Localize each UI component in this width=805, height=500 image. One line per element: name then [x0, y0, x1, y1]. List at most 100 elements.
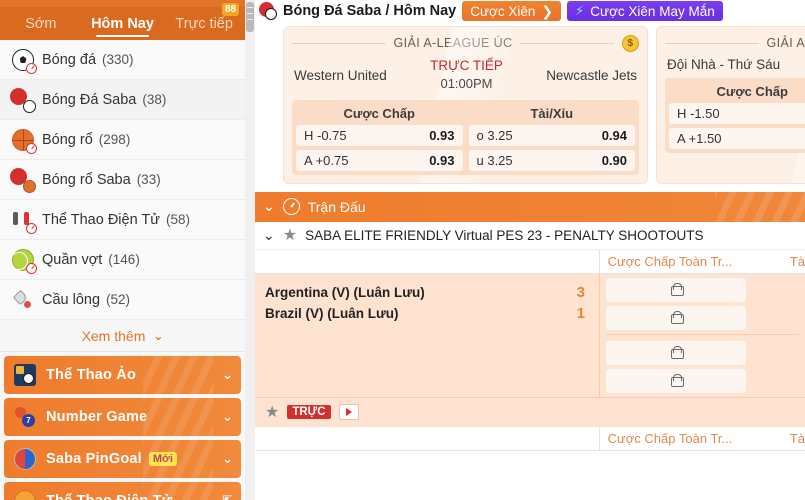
- featured-card[interactable]: GIẢI A-LEAGUE ÚC $ Western United TRỰC T…: [283, 26, 648, 184]
- home-team-name: Đội Nhà - Thứ Sáu: [667, 57, 781, 72]
- chevron-down-icon: ⌄: [222, 451, 233, 466]
- league-name: GIẢI A-LEAGUE ÚC: [766, 36, 805, 50]
- sidebar-item-the-thao-dien-tu[interactable]: Thể Thao Điện Tử (58): [0, 200, 245, 240]
- locked-odds-grid: [606, 277, 805, 393]
- locked-odds-cell[interactable]: [606, 277, 746, 302]
- league-header-row[interactable]: ⌄ ★ SABA ELITE FRIENDLY Virtual PES 23 -…: [255, 221, 805, 250]
- sidebar-item-bong-ro[interactable]: Bóng rổ (298): [0, 120, 245, 160]
- odds-label: o 3.25: [476, 127, 513, 143]
- sidebar-promo-saba-pingoal[interactable]: Saba PinGoal Mới ⌄: [4, 440, 241, 478]
- odds-label: H -0.75: [304, 127, 347, 143]
- sport-count: (298): [98, 132, 131, 147]
- card-league-header: GIẢI A-LEAGUE ÚC $: [665, 33, 805, 53]
- card-league-header: GIẢI A-LEAGUE ÚC $: [292, 33, 639, 53]
- soccer-ball-icon: [10, 47, 37, 74]
- odds-row[interactable]: H -0.75 0.93: [296, 124, 463, 146]
- chevron-down-icon: ⌄: [263, 226, 275, 243]
- column-header-overunder: Tài Xỉu: [789, 430, 805, 446]
- sport-name: Thể Thao Điện Tử: [42, 211, 160, 228]
- match-team: Argentina (V) (Luân Lưu) 3: [265, 282, 589, 303]
- odds-row[interactable]: u 3.25 0.90: [468, 149, 635, 171]
- play-icon[interactable]: [338, 404, 359, 421]
- locked-odds-row: [606, 277, 805, 302]
- matches-section-label: Trận Đấu: [307, 198, 366, 215]
- odds-value: 0.93: [429, 127, 455, 143]
- locked-odds-cell[interactable]: [606, 340, 746, 365]
- odds-column-headers-next: Cược Chấp Toàn Tr... Tài Xỉu: [255, 426, 805, 451]
- home-team-name: Western United: [294, 67, 387, 83]
- matches-section-header[interactable]: ⌄ Trận Đấu: [255, 191, 805, 222]
- locked-odds-cell[interactable]: [606, 368, 746, 393]
- live-count-badge: 88: [221, 3, 240, 16]
- odds-value: 0.94: [601, 127, 627, 143]
- show-more-button[interactable]: Xem thêm ⌄: [0, 320, 245, 352]
- locked-odds-row: [606, 340, 805, 365]
- odds-label: A +1.50: [677, 131, 722, 146]
- promo-label: Thể Thao Ảo: [46, 367, 137, 383]
- team-name: Brazil (V) (Luân Lưu): [265, 305, 399, 321]
- odds-label: A +0.75: [304, 152, 349, 168]
- odds-value: 0.93: [429, 152, 455, 168]
- esports-promo-icon: [12, 488, 38, 500]
- lucky-parlay-button[interactable]: ⚡ Cược Xiên May Mắn: [567, 1, 723, 21]
- sport-count: (33): [136, 172, 161, 187]
- column-header-handicap: Cược Chấp Toàn Tr...: [607, 430, 733, 446]
- odds-row[interactable]: H -1.50 1.: [669, 103, 805, 124]
- featured-card[interactable]: GIẢI A-LEAGUE ÚC $ Đội Nhà - Thứ Sáu Cượ…: [656, 26, 805, 184]
- live-tag[interactable]: TRỰC: [287, 405, 331, 420]
- lock-icon: [670, 374, 684, 388]
- sidebar-promo-the-thao-ao[interactable]: Thể Thao Ảo ⌄: [4, 356, 241, 394]
- odds-label: H -1.50: [677, 106, 720, 121]
- away-team-name: Newcastle Jets: [546, 67, 637, 83]
- sidebar-tab-truc-tiep[interactable]: Trực tiếp 88: [163, 0, 245, 40]
- live-status-label: TRỰC TIẾP: [430, 58, 503, 73]
- league-name: SABA ELITE FRIENDLY Virtual PES 23 - PEN…: [305, 227, 704, 243]
- match-team: Brazil (V) (Luân Lưu) 1: [265, 303, 589, 324]
- external-link-icon: ⇱: [222, 493, 233, 500]
- sidebar-item-bong-da[interactable]: Bóng đá (330): [0, 40, 245, 80]
- odds-row[interactable]: A +0.75 0.93: [296, 149, 463, 171]
- card-teams: Western United TRỰC TIẾP 01:00PM Newcast…: [292, 53, 639, 100]
- star-icon[interactable]: ★: [283, 225, 297, 245]
- locked-odds-row: [606, 305, 805, 330]
- sidebar-promo-the-thao-dien-tu[interactable]: Thể Thao Điện Tử ⇱: [4, 482, 241, 500]
- lock-icon: [670, 346, 684, 360]
- match-footer: ★ TRỰC: [255, 396, 805, 427]
- promo-label: Number Game: [46, 409, 148, 425]
- sidebar-scrollbar[interactable]: [245, 0, 255, 500]
- sidebar-promo-number-game[interactable]: Number Game ⌄: [4, 398, 241, 436]
- league-name: GIẢI A-LEAGUE ÚC: [393, 36, 513, 50]
- spacer: [255, 249, 600, 273]
- odds-row[interactable]: o 3.25 0.94: [468, 124, 635, 146]
- odds-group-title: Cược Chấp: [716, 84, 788, 99]
- favorite-star-icon[interactable]: ★: [265, 402, 279, 422]
- sidebar-tab-hom-nay[interactable]: Hôm Nay: [82, 0, 164, 40]
- sidebar-tab-label: Sớm: [25, 15, 57, 32]
- odds-group-overunder: Tài/Xỉu o 3.25 0.94 u 3.25 0.90: [468, 104, 635, 171]
- divider: [520, 42, 614, 44]
- sidebar-item-quan-vot[interactable]: Quần vợt (146): [0, 240, 245, 280]
- lock-icon: [670, 311, 684, 325]
- sport-list: Bóng đá (330) Bóng Đá Saba (38) Bóng rổ …: [0, 40, 245, 320]
- show-more-label: Xem thêm: [81, 327, 146, 344]
- sidebar-tab-som[interactable]: Sớm: [0, 0, 82, 40]
- sport-name: Quần vợt: [42, 251, 103, 268]
- odds-row[interactable]: A +1.50 0.: [669, 128, 805, 149]
- odds-group-handicap: Cược Chấp H -0.75 0.93 A +0.75 0.93: [296, 104, 463, 171]
- odds-group-title: Tài/Xỉu: [530, 105, 574, 121]
- sidebar-item-bong-ro-saba[interactable]: Bóng rổ Saba (33): [0, 160, 245, 200]
- chevron-down-icon: ⌄: [153, 328, 164, 343]
- odds-value: 0.90: [601, 152, 627, 168]
- divider: [606, 333, 799, 335]
- sport-count: (58): [165, 212, 190, 227]
- odds-group-title: Cược Chấp: [343, 105, 415, 121]
- locked-odds-cell[interactable]: [606, 305, 746, 330]
- sidebar-item-bong-da-saba[interactable]: Bóng Đá Saba (38): [0, 80, 245, 120]
- sidebar-item-cau-long[interactable]: Cầu lông (52): [0, 280, 245, 320]
- card-teams: Đội Nhà - Thứ Sáu: [665, 53, 805, 78]
- parlay-button[interactable]: Cược Xiên ❯: [462, 1, 562, 21]
- parlay-label: Cược Xiên: [470, 3, 536, 19]
- sport-count: (52): [106, 292, 131, 307]
- scrollbar-thumb[interactable]: [246, 2, 254, 32]
- saba-soccer-icon: [259, 2, 277, 20]
